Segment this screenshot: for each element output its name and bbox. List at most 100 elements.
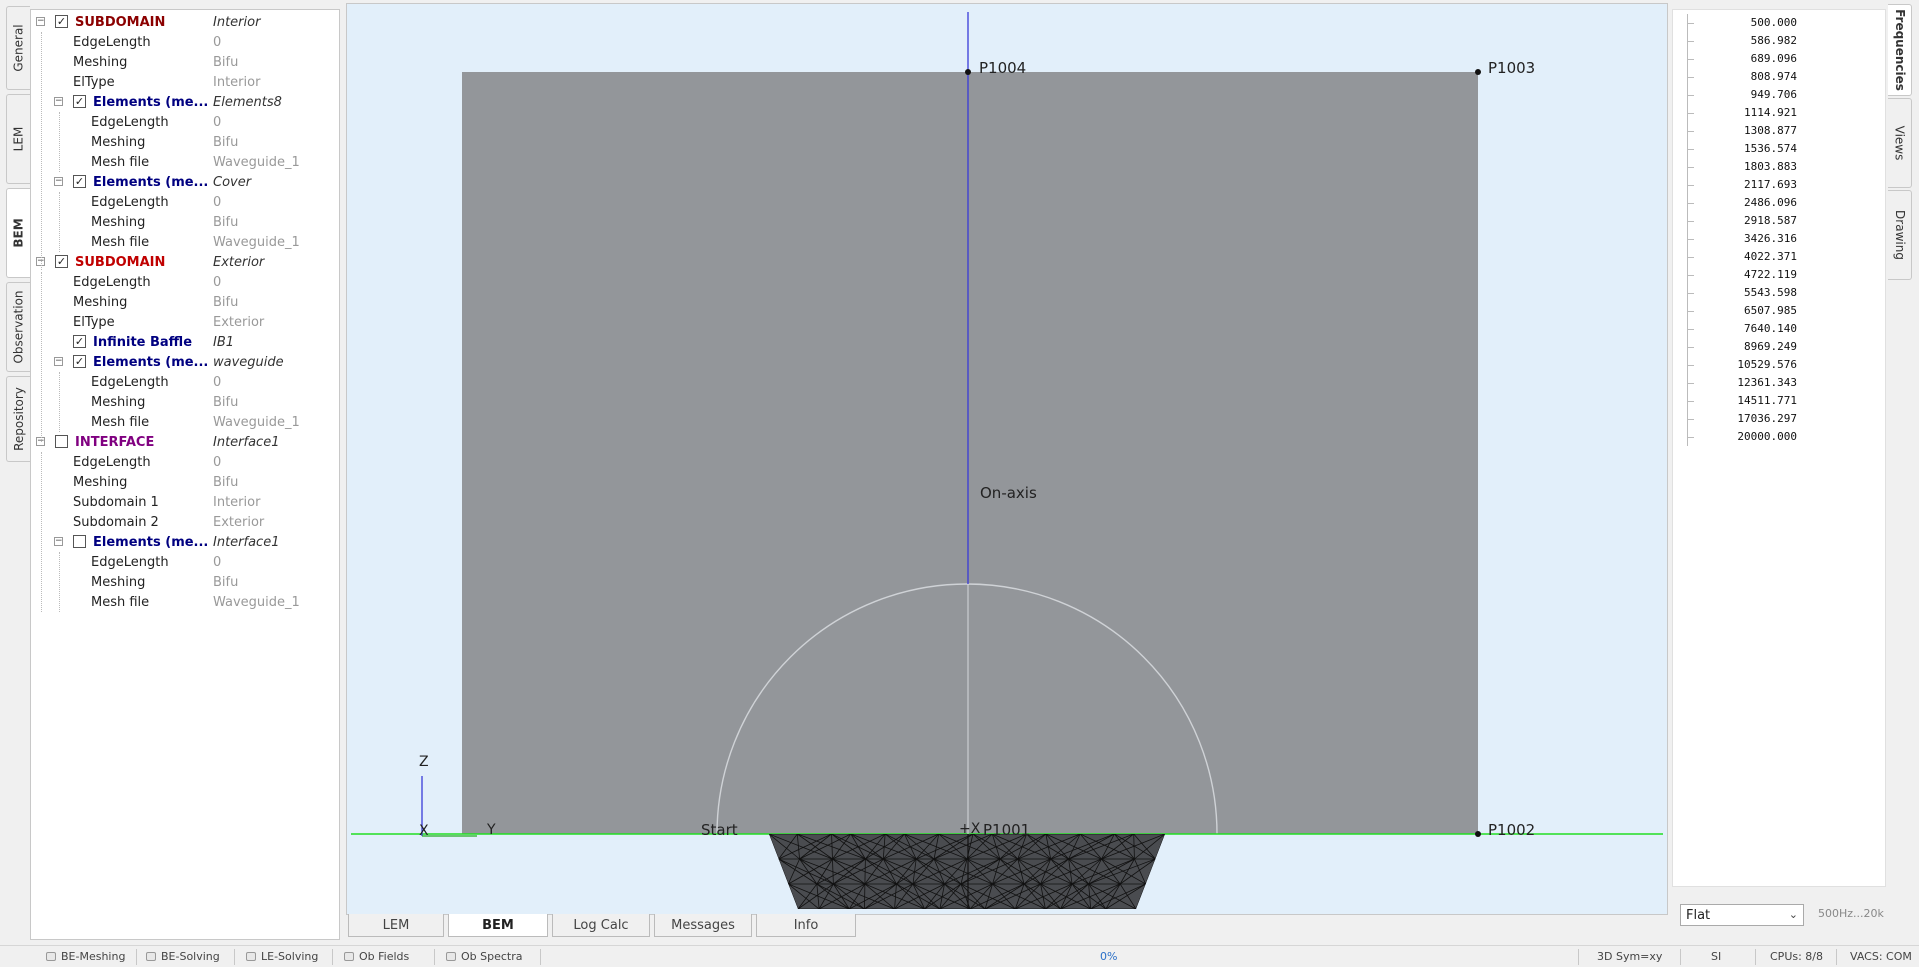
checkbox-checked[interactable]: ✓: [73, 355, 86, 368]
frequency-item[interactable]: 949.706: [1687, 88, 1797, 101]
tree-row[interactable]: ElType Interior: [31, 72, 339, 92]
checkbox-unchecked[interactable]: [55, 435, 68, 448]
collapse-icon[interactable]: −: [54, 357, 63, 366]
tree-row[interactable]: EdgeLength 0: [31, 192, 339, 212]
tab-views[interactable]: Views: [1888, 98, 1912, 188]
tab-drawing[interactable]: Drawing: [1888, 190, 1912, 280]
tree-row[interactable]: Mesh file Waveguide_1: [31, 152, 339, 172]
frequency-item[interactable]: 2918.587: [1687, 214, 1797, 227]
tab-general[interactable]: General: [6, 6, 30, 90]
tree-row[interactable]: Meshing Bifu: [31, 292, 339, 312]
frequency-item[interactable]: 1114.921: [1687, 106, 1797, 119]
viewport-canvas[interactable]: [347, 4, 1668, 915]
tree-row[interactable]: Meshing Bifu: [31, 572, 339, 592]
frequency-item[interactable]: 10529.576: [1687, 358, 1797, 371]
tree-row[interactable]: Meshing Bifu: [31, 472, 339, 492]
tree-row[interactable]: EdgeLength 0: [31, 112, 339, 132]
status-divider: [434, 949, 435, 965]
status-le-solving[interactable]: LE-Solving: [246, 946, 318, 967]
view-mode-select[interactable]: Flat ⌄: [1680, 904, 1804, 926]
tree-row[interactable]: Meshing Bifu: [31, 212, 339, 232]
tree-row[interactable]: − ✓ SUBDOMAIN Interior: [31, 12, 339, 32]
checkbox-checked[interactable]: ✓: [73, 95, 86, 108]
frequency-item[interactable]: 20000.000: [1687, 430, 1797, 443]
tree-row[interactable]: ✓ Infinite Baffle IB1: [31, 332, 339, 352]
frequency-item[interactable]: 14511.771: [1687, 394, 1797, 407]
frequency-item[interactable]: 17036.297: [1687, 412, 1797, 425]
frequency-item[interactable]: 8969.249: [1687, 340, 1797, 353]
status-be-solving[interactable]: BE-Solving: [146, 946, 220, 967]
tree-row[interactable]: Meshing Bifu: [31, 52, 339, 72]
3d-viewport[interactable]: P1004 P1003 P1002 P1001 +X On-axis Start…: [346, 3, 1668, 915]
tree-guide-line: [41, 32, 42, 270]
status-ob-fields[interactable]: Ob Fields: [344, 946, 409, 967]
frequency-item[interactable]: 2486.096: [1687, 196, 1797, 209]
tree-row[interactable]: Subdomain 2 Exterior: [31, 512, 339, 532]
frequency-item[interactable]: 1536.574: [1687, 142, 1797, 155]
frequency-list[interactable]: 500.000 586.982 689.096 808.974 949.706 1114.…: [1672, 9, 1886, 887]
tree-row[interactable]: Subdomain 1 Interior: [31, 492, 339, 512]
frequency-item[interactable]: 7640.140: [1687, 322, 1797, 335]
btab-messages[interactable]: Messages: [654, 914, 752, 937]
frequency-item[interactable]: 3426.316: [1687, 232, 1797, 245]
frequency-item[interactable]: 1308.877: [1687, 124, 1797, 137]
tab-bem[interactable]: BEM: [6, 188, 30, 278]
collapse-icon[interactable]: −: [36, 17, 45, 26]
tree-row[interactable]: − ✓ Elements (me... Cover: [31, 172, 339, 192]
tab-observation[interactable]: Observation: [6, 282, 30, 372]
tab-frequencies[interactable]: Frequencies: [1888, 4, 1912, 96]
tree-row[interactable]: Mesh file Waveguide_1: [31, 412, 339, 432]
point-p1003-marker[interactable]: [1475, 69, 1481, 75]
tree-row[interactable]: Meshing Bifu: [31, 392, 339, 412]
frequency-item[interactable]: 808.974: [1687, 70, 1797, 83]
status-symmetry: 3D Sym=xy: [1597, 950, 1663, 963]
frequency-item[interactable]: 500.000: [1687, 16, 1797, 29]
status-be-meshing[interactable]: BE-Meshing: [46, 946, 125, 967]
tab-repository[interactable]: Repository: [6, 376, 30, 462]
frequency-item[interactable]: 4022.371: [1687, 250, 1797, 263]
tree-row[interactable]: ElType Exterior: [31, 312, 339, 332]
btab-lem[interactable]: LEM: [348, 914, 444, 937]
tree-row[interactable]: − INTERFACE Interface1: [31, 432, 339, 452]
status-ob-spectra[interactable]: Ob Spectra: [446, 946, 523, 967]
frequency-item[interactable]: 5543.598: [1687, 286, 1797, 299]
frequency-item[interactable]: 2117.693: [1687, 178, 1797, 191]
checkbox-checked[interactable]: ✓: [55, 255, 68, 268]
tree-row[interactable]: − Elements (me... Interface1: [31, 532, 339, 552]
checkbox-checked[interactable]: ✓: [73, 335, 86, 348]
checkbox-unchecked[interactable]: [73, 535, 86, 548]
tree-row[interactable]: EdgeLength 0: [31, 32, 339, 52]
frequency-item[interactable]: 1803.883: [1687, 160, 1797, 173]
tab-lem[interactable]: LEM: [6, 94, 30, 184]
point-p1004-marker[interactable]: [965, 69, 971, 75]
tree-row[interactable]: EdgeLength 0: [31, 552, 339, 572]
btab-bem[interactable]: BEM: [448, 914, 548, 937]
btab-log-calc[interactable]: Log Calc: [552, 914, 650, 937]
status-ob-fields-label: Ob Fields: [359, 950, 410, 963]
tree-row[interactable]: − ✓ Elements (me... waveguide: [31, 352, 339, 372]
status-progress: 0%: [1100, 950, 1118, 963]
tree-row[interactable]: − ✓ SUBDOMAIN Exterior: [31, 252, 339, 272]
frequency-item[interactable]: 4722.119: [1687, 268, 1797, 281]
tree-row-label: EdgeLength: [73, 454, 151, 470]
frequency-item[interactable]: 12361.343: [1687, 376, 1797, 389]
tree-row[interactable]: Meshing Bifu: [31, 132, 339, 152]
frequency-item[interactable]: 6507.985: [1687, 304, 1797, 317]
tree-row-value: 0: [213, 34, 222, 50]
collapse-icon[interactable]: −: [54, 537, 63, 546]
tree-row[interactable]: EdgeLength 0: [31, 272, 339, 292]
tree-row[interactable]: EdgeLength 0: [31, 372, 339, 392]
frequency-item[interactable]: 586.982: [1687, 34, 1797, 47]
checkbox-checked[interactable]: ✓: [73, 175, 86, 188]
btab-info[interactable]: Info: [756, 914, 856, 937]
checkbox-checked[interactable]: ✓: [55, 15, 68, 28]
tree-row[interactable]: Mesh file Waveguide_1: [31, 232, 339, 252]
collapse-icon[interactable]: −: [54, 177, 63, 186]
tree-row[interactable]: EdgeLength 0: [31, 452, 339, 472]
tree-row[interactable]: − ✓ Elements (me... Elements8: [31, 92, 339, 112]
point-p1002-marker[interactable]: [1475, 831, 1481, 837]
chevron-down-icon: ⌄: [1788, 908, 1798, 921]
tree-row[interactable]: Mesh file Waveguide_1: [31, 592, 339, 612]
frequency-item[interactable]: 689.096: [1687, 52, 1797, 65]
collapse-icon[interactable]: −: [54, 97, 63, 106]
